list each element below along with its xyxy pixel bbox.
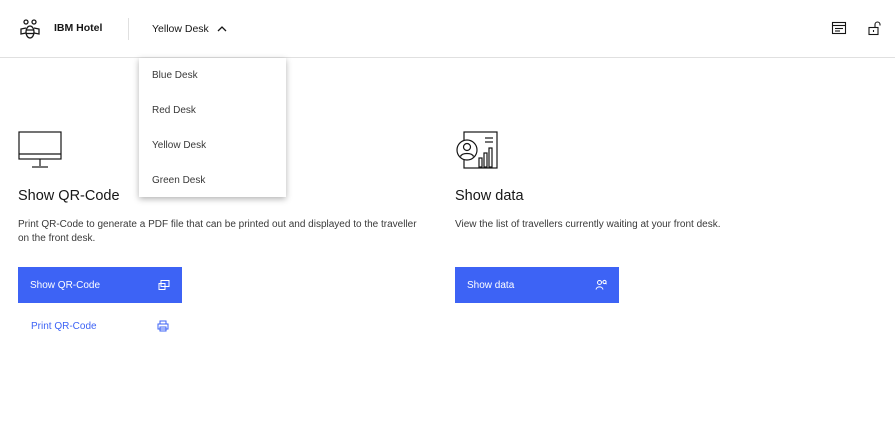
user-search-icon bbox=[595, 279, 607, 290]
desk-option-blue[interactable]: Blue Desk bbox=[139, 58, 286, 93]
monitor-icon bbox=[18, 131, 62, 168]
receipt-icon bbox=[831, 21, 847, 35]
lock-button[interactable] bbox=[864, 18, 884, 38]
screen-share-icon bbox=[158, 280, 170, 290]
chevron-up-icon bbox=[217, 26, 227, 32]
app-header: IBM Hotel Yellow Desk bbox=[0, 0, 895, 58]
user-report-icon bbox=[456, 131, 498, 169]
show-data-label: Show data bbox=[467, 279, 515, 291]
qr-card-title: Show QR-Code bbox=[18, 188, 120, 204]
show-qr-code-button[interactable]: Show QR-Code bbox=[18, 267, 182, 303]
desk-selector[interactable]: Yellow Desk bbox=[152, 18, 228, 40]
show-data-button[interactable]: Show data bbox=[455, 267, 619, 303]
printer-icon bbox=[157, 320, 169, 332]
desk-option-red[interactable]: Red Desk bbox=[139, 93, 286, 128]
brand-name: IBM Hotel bbox=[54, 22, 103, 34]
qr-card-description: Print QR-Code to generate a PDF file tha… bbox=[18, 219, 417, 244]
header-divider bbox=[128, 18, 129, 40]
bee-icon[interactable] bbox=[18, 17, 42, 41]
print-qr-code-button[interactable]: Print QR-Code bbox=[18, 313, 182, 339]
desk-option-yellow[interactable]: Yellow Desk bbox=[139, 128, 286, 163]
data-card-title: Show data bbox=[455, 188, 524, 204]
print-qr-code-label: Print QR-Code bbox=[31, 320, 97, 332]
unlock-icon bbox=[868, 21, 881, 36]
show-qr-code-label: Show QR-Code bbox=[30, 279, 101, 291]
receipt-button[interactable] bbox=[829, 18, 849, 38]
desk-selector-label: Yellow Desk bbox=[152, 23, 209, 35]
data-card-description: View the list of travellers currently wa… bbox=[455, 219, 721, 230]
desk-dropdown-menu: Blue Desk Red Desk Yellow Desk Green Des… bbox=[139, 58, 286, 197]
desk-option-green[interactable]: Green Desk bbox=[139, 163, 286, 198]
